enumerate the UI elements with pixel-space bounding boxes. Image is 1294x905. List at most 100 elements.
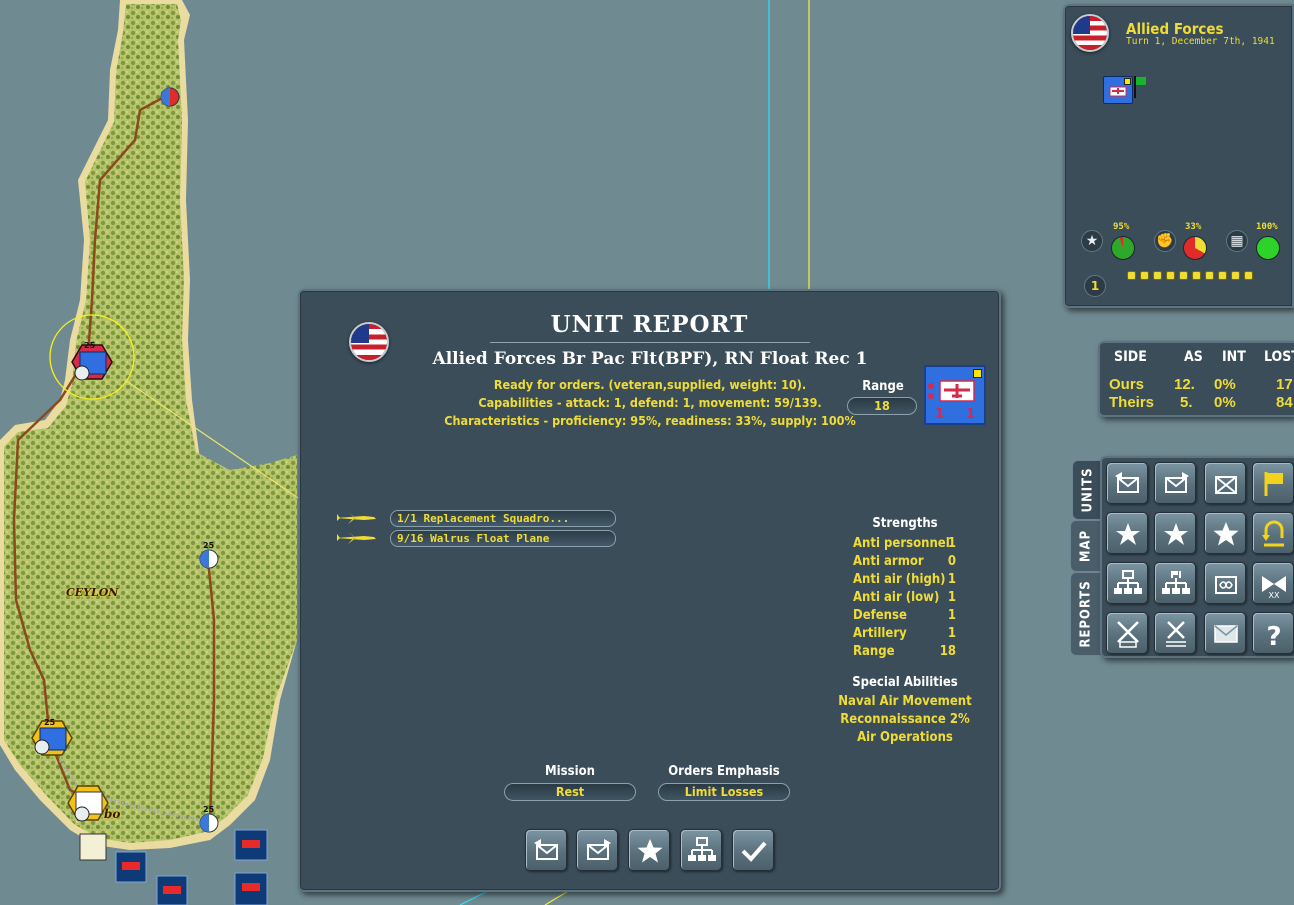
star-icon (1213, 522, 1239, 546)
combat-button[interactable] (1106, 612, 1148, 654)
hierarchy-flag-icon (1162, 571, 1190, 594)
col-as: AS (1184, 349, 1203, 365)
svg-text:?: ? (1266, 622, 1281, 650)
strength-name: Anti armor (853, 554, 924, 569)
hierarchy-button[interactable] (680, 829, 722, 871)
tab-reports[interactable]: REPORTS (1070, 572, 1102, 656)
action-point-dot (1244, 271, 1253, 280)
squadron-row[interactable]: 1/1 Replacement Squadro... (390, 510, 616, 527)
unit-name: Allied Forces Br Pac Flt(BPF), RN Float … (432, 349, 868, 369)
envelope-right-icon (1165, 472, 1189, 493)
attack-number: 1 (935, 407, 945, 422)
range-label: Range (862, 379, 904, 394)
fuel-can-icon: ▦ (1226, 230, 1248, 252)
hex-number: 25 (84, 341, 96, 350)
range-value: 18 (847, 397, 917, 415)
yellow-flag-icon (1264, 472, 1283, 496)
hierarchy-icon (1114, 570, 1142, 594)
collapse-button[interactable]: XX (1252, 562, 1294, 604)
hierarchy-up-button[interactable] (1106, 562, 1148, 604)
command-grid: XX ? (1100, 456, 1294, 658)
hex-number: 25 (44, 718, 56, 727)
title-divider (490, 342, 810, 343)
supply-pct: 100% (1256, 222, 1278, 232)
yellow-flag-button[interactable] (1252, 462, 1294, 504)
bowtie-icon: XX (1262, 576, 1286, 600)
unit-counter-large: 1 1 (924, 365, 986, 425)
help-button[interactable]: ? (1252, 612, 1294, 654)
plane-icon (1108, 83, 1128, 97)
action-point-dot (1140, 271, 1149, 280)
strength-value: 18 (939, 644, 956, 659)
mission-select[interactable]: Rest (504, 783, 636, 801)
prev-unit-button[interactable] (1106, 462, 1148, 504)
question-icon: ? (1266, 622, 1281, 650)
col-lost: LOST (1264, 349, 1294, 365)
action-point-dot (1153, 271, 1162, 280)
strength-value: 1 (947, 590, 956, 605)
envelope-cross-icon (1215, 476, 1237, 494)
hierarchy-flags-button[interactable] (1154, 562, 1196, 604)
emphasis-select[interactable]: Limit Losses (658, 783, 790, 801)
star-button[interactable] (628, 829, 670, 871)
done-unit-button[interactable] (1204, 462, 1246, 504)
row-theirs-as: 5. (1180, 394, 1193, 411)
swords-list-icon (1166, 621, 1186, 647)
row-ours-int: 0% (1214, 376, 1236, 393)
star-icon (637, 839, 663, 863)
turn-badge: 1 (1084, 275, 1106, 297)
plane-silhouette-icon (334, 530, 378, 544)
dialog-title: UNIT REPORT (550, 311, 749, 338)
hierarchy-icon (688, 837, 716, 861)
envelope-left-icon (1115, 472, 1139, 493)
action-point-dot (1166, 271, 1175, 280)
message-button[interactable] (1204, 612, 1246, 654)
loop-button[interactable] (1204, 562, 1246, 604)
flag-icon (1133, 76, 1147, 98)
action-point-dot (1179, 271, 1188, 280)
defense-number: 1 (965, 407, 975, 422)
next-unit-button[interactable] (1154, 462, 1196, 504)
svg-text:XX: XX (1269, 591, 1280, 600)
turn-date: Turn 1, December 7th, 1941 (1126, 36, 1275, 47)
supply-pie (1256, 236, 1280, 260)
strength-value: 1 (947, 536, 956, 551)
map-label-city: bo (104, 807, 121, 821)
envelope-right-icon (587, 839, 611, 860)
strength-value: 1 (947, 572, 956, 587)
squadron-row[interactable]: 9/16 Walrus Float Plane (390, 530, 616, 547)
row-theirs-lost: 84 (1276, 394, 1293, 411)
infinity-envelope-icon (1215, 576, 1237, 594)
envelope-icon (1214, 625, 1238, 643)
tab-map[interactable]: MAP (1070, 520, 1102, 572)
hex-number: 25 (203, 541, 215, 550)
undo-button[interactable] (1252, 512, 1294, 554)
row-theirs-side: Theirs (1109, 394, 1155, 411)
action-point-dot (1205, 271, 1214, 280)
action-point-dot (1218, 271, 1227, 280)
selected-unit-counter[interactable] (1103, 76, 1133, 104)
action-points (1127, 271, 1267, 283)
unit-report-dialog: UNIT REPORT Allied Forces Br Pac Flt(BPF… (298, 289, 1001, 892)
ok-button[interactable] (732, 829, 774, 871)
row-ours-lost: 17 (1276, 376, 1293, 393)
row-ours-side: Ours (1109, 376, 1145, 393)
readiness-pie (1183, 236, 1207, 260)
prev-unit-button[interactable] (525, 829, 567, 871)
star-button[interactable] (1204, 512, 1246, 554)
proficiency-pct: 95% (1113, 222, 1130, 232)
ability-item: Air Operations (857, 730, 953, 745)
combat-list-button[interactable] (1154, 612, 1196, 654)
action-point-dot (1127, 271, 1136, 280)
star-left-icon (1116, 523, 1140, 545)
command-tabs: UNITS MAP REPORTS (1070, 460, 1104, 656)
action-point-dot (1192, 271, 1201, 280)
strength-name: Range (853, 644, 895, 659)
prev-star-button[interactable] (1106, 512, 1148, 554)
next-star-button[interactable] (1154, 512, 1196, 554)
next-unit-button[interactable] (576, 829, 618, 871)
row-theirs-int: 0% (1214, 394, 1236, 411)
ability-item: Reconnaissance 2% (840, 712, 970, 727)
plane-silhouette-icon (334, 510, 378, 524)
fist-icon: ✊ (1154, 230, 1176, 252)
